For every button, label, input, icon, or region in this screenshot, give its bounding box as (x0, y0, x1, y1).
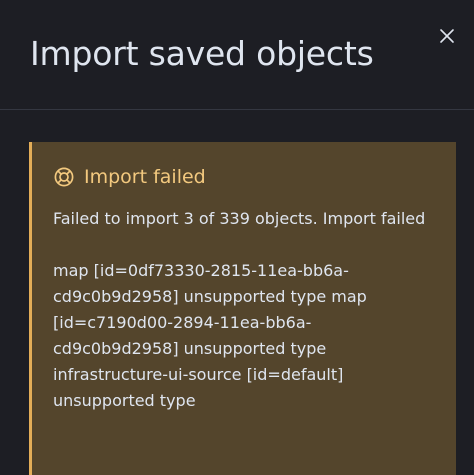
callout-body: Failed to import 3 of 339 objects. Impor… (53, 206, 436, 414)
close-icon (440, 29, 454, 43)
close-button[interactable] (436, 25, 458, 47)
flyout-title: Import saved objects (30, 34, 374, 73)
flyout-body: Import failed Failed to import 3 of 339 … (0, 111, 474, 475)
flyout-header: Import saved objects (0, 0, 474, 110)
import-flyout: Import saved objects Import failed Faile… (0, 0, 474, 475)
help-icon (54, 167, 74, 187)
callout-title: Import failed (84, 166, 206, 188)
import-error-callout: Import failed Failed to import 3 of 339 … (29, 142, 456, 475)
callout-details: map [id=0df73330-2815-11ea-bb6a-cd9c0b9d… (53, 261, 367, 410)
callout-summary: Failed to import 3 of 339 objects. Impor… (53, 209, 426, 228)
callout-title-row: Import failed (53, 164, 436, 190)
